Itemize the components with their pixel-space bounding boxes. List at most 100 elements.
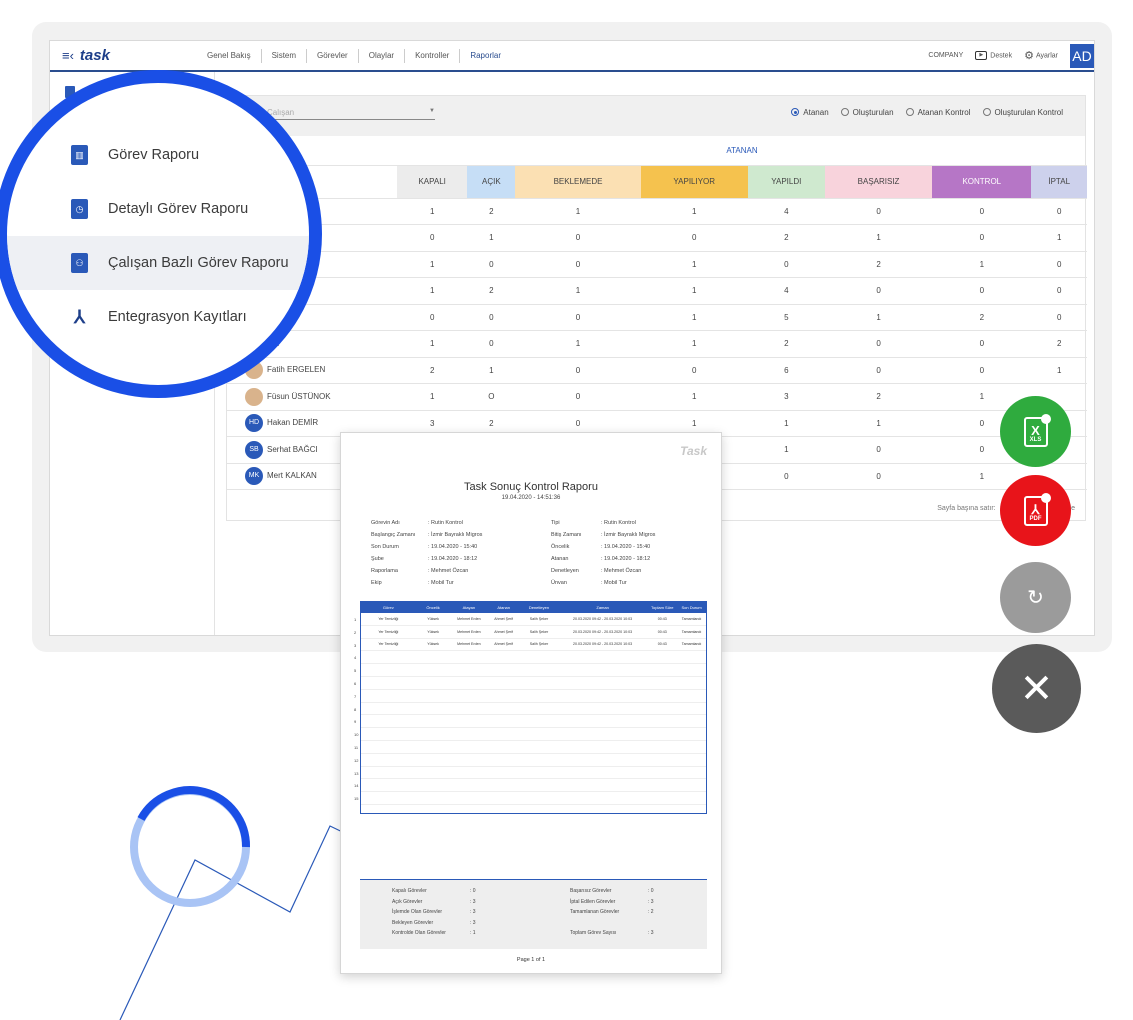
app-logo[interactable]: ≡‹ task <box>62 47 197 64</box>
meta-row: Başlangıç Zamanı: İzmir Bayraklı Migros B… <box>371 529 701 541</box>
report-table-row <box>361 754 706 767</box>
radio-circle-icon <box>982 108 991 116</box>
summary-key: İptal Edilen Görevler <box>570 898 616 905</box>
zoom-menu-item[interactable]: ▥ Görev Raporu <box>7 128 309 182</box>
report-cell: Salih Şeker <box>529 616 549 621</box>
value-cell: 1 <box>397 251 468 278</box>
refresh-icon: ↻ <box>1027 587 1044 609</box>
filter-bar: Çalışan ▼ Atanan Oluşturulan Atanan Kontro… <box>227 96 1085 136</box>
employee-select[interactable]: Çalışan ▼ <box>267 108 435 120</box>
company-label[interactable]: COMPANY <box>928 52 963 59</box>
report-preview: Task Task Sonuç Kontrol Raporu 19.04.202… <box>340 432 722 974</box>
radio-option[interactable]: Atanan Kontrol <box>905 108 971 117</box>
export-pdf-button[interactable]: ⅄ PDF <box>1000 475 1071 546</box>
table-row[interactable]: N00015120 <box>227 304 1087 331</box>
table-row[interactable]: ERKMEN10112002 <box>227 330 1087 358</box>
column-header: AÇIK <box>467 165 516 199</box>
summary-row: Açık Görevler: 3 <box>392 899 476 910</box>
meta-key: Raporlama <box>371 568 398 574</box>
nav-item[interactable]: Genel Bakış <box>197 48 262 63</box>
nav-item[interactable]: Raporlar <box>460 49 511 63</box>
report-table-row <box>361 741 706 754</box>
meta-value: : Rutin Kontrol <box>601 520 636 526</box>
user-avatar[interactable]: AD <box>1070 43 1094 68</box>
value-cell: 0 <box>824 277 933 305</box>
report-cell: Ahmet Şerif <box>494 642 514 647</box>
employee-name: Füsun ÜSTÜNOK <box>267 391 331 401</box>
report-column-header: Son Durum <box>681 605 702 610</box>
zoom-menu-item[interactable]: ◷ Detaylı Görev Raporu <box>7 182 309 236</box>
table-row[interactable]: 12114000 <box>227 198 1087 225</box>
report-cell: 00:43 <box>657 642 667 647</box>
row-number: 12 <box>354 757 359 763</box>
meta-key: Bitiş Zamanı <box>551 532 582 538</box>
summary-value: : 3 <box>648 898 654 905</box>
report-cell: Mehmet Erden <box>457 642 481 647</box>
row-number: 10 <box>354 732 359 738</box>
report-cell: Mehmet Erden <box>457 616 481 621</box>
summary-value: : 0 <box>470 888 476 894</box>
support-button[interactable]: ▶ Destek <box>975 51 1012 60</box>
value-cell: 0 <box>640 224 748 252</box>
table-row[interactable]: 01002101 <box>227 224 1087 252</box>
zoom-menu-label: Görev Raporu <box>108 147 200 163</box>
report-cell: Tamamlandı <box>681 629 702 634</box>
meta-key: Denetleyen <box>551 568 579 574</box>
refresh-button[interactable]: ↻ <box>1000 562 1071 633</box>
table-row[interactable]: Fatih ERGELEN 2 1 0 0 6 0 0 1 <box>227 357 1087 384</box>
report-meta: Görevin Adı: Rutin Kontrol Tipi: Rutin Ko… <box>371 517 701 589</box>
nav-item[interactable]: Olaylar <box>359 48 406 63</box>
zoom-menu-item[interactable]: ⚇ Çalışan Bazlı Görev Raporu <box>7 236 309 290</box>
summary-key: Bekleyen Görevler <box>392 919 434 926</box>
report-column-header: Toplam Süre <box>651 605 674 610</box>
table-row[interactable]: 12114000 <box>227 277 1087 305</box>
value-cell: 1 <box>932 251 1032 278</box>
support-icon: ▶ <box>975 51 988 60</box>
close-icon: ✕ <box>1019 666 1054 711</box>
export-xls-button[interactable]: X XLS <box>1000 396 1071 467</box>
employee-name: Serhat BAĞCI <box>267 444 318 454</box>
value-cell: 1 <box>515 330 641 358</box>
report-column-header: Atanan <box>497 605 511 610</box>
group-header-row: ATANAN <box>227 137 1087 166</box>
settings-button[interactable]: ⚙ Ayarlar <box>1024 49 1058 62</box>
meta-value: : 19.04.2020 - 15:40 <box>601 544 651 550</box>
value-cell: 0 <box>824 198 933 225</box>
close-button[interactable]: ✕ <box>992 644 1081 733</box>
nav-item[interactable]: Görevler <box>307 48 359 63</box>
value-cell: 1 <box>467 224 516 252</box>
row-number: 5 <box>354 668 357 674</box>
zoom-menu-label: Çalışan Bazlı Görev Raporu <box>108 255 289 271</box>
radio-option[interactable]: Atanan <box>791 108 829 117</box>
zoom-menu-item[interactable]: ⅄ Entegrasyon Kayıtları <box>7 290 309 344</box>
report-date: 19.04.2020 - 14:51:36 <box>501 495 561 501</box>
nav-item[interactable]: Sistem <box>262 48 308 63</box>
summary-key: Açık Görevler <box>392 898 423 905</box>
radio-label: Oluşturulan Kontrol <box>994 108 1063 117</box>
table-row[interactable]: 10010210 <box>227 251 1087 278</box>
column-header: BEKLEMEDE <box>515 165 641 199</box>
summary-row: Tamamlanan Görevler: 2 <box>570 909 654 920</box>
report-cell: 20.03.2020 09:42 - 20.03.2020 10:03 <box>573 629 633 634</box>
row-number: 7 <box>354 693 357 699</box>
summary-key: Kontrolde Olan Görevler <box>392 930 446 936</box>
summary-row <box>570 920 654 931</box>
radio-option[interactable]: Oluşturulan <box>840 108 894 117</box>
meta-key: Atanan <box>551 556 569 562</box>
menu-icon[interactable]: ≡‹ <box>62 48 74 63</box>
table-row[interactable]: Füsun ÜSTÜNOK 1 O 0 1 3 2 1 <box>227 383 1087 411</box>
nav-item[interactable]: Kontroller <box>405 48 461 63</box>
value-cell: 2 <box>824 251 933 278</box>
radio-option[interactable]: Oluşturulan Kontrol <box>982 108 1063 117</box>
meta-key: Ekip <box>371 580 382 586</box>
value-cell: 1 <box>397 383 468 411</box>
value-cell: 1 <box>397 198 468 225</box>
value-cell: 0 <box>1031 304 1087 331</box>
summary-key <box>570 920 648 931</box>
radio-circle-icon <box>840 108 849 116</box>
value-cell: 0 <box>1031 198 1087 225</box>
radio-label: Oluşturulan <box>852 108 894 117</box>
column-header-row: KAPALI AÇIK BEKLEMEDE YAPILIYOR YAPILDI BAŞAR… <box>227 165 1087 199</box>
value-cell: 0 <box>515 224 641 252</box>
column-header: KAPALI <box>397 165 468 199</box>
